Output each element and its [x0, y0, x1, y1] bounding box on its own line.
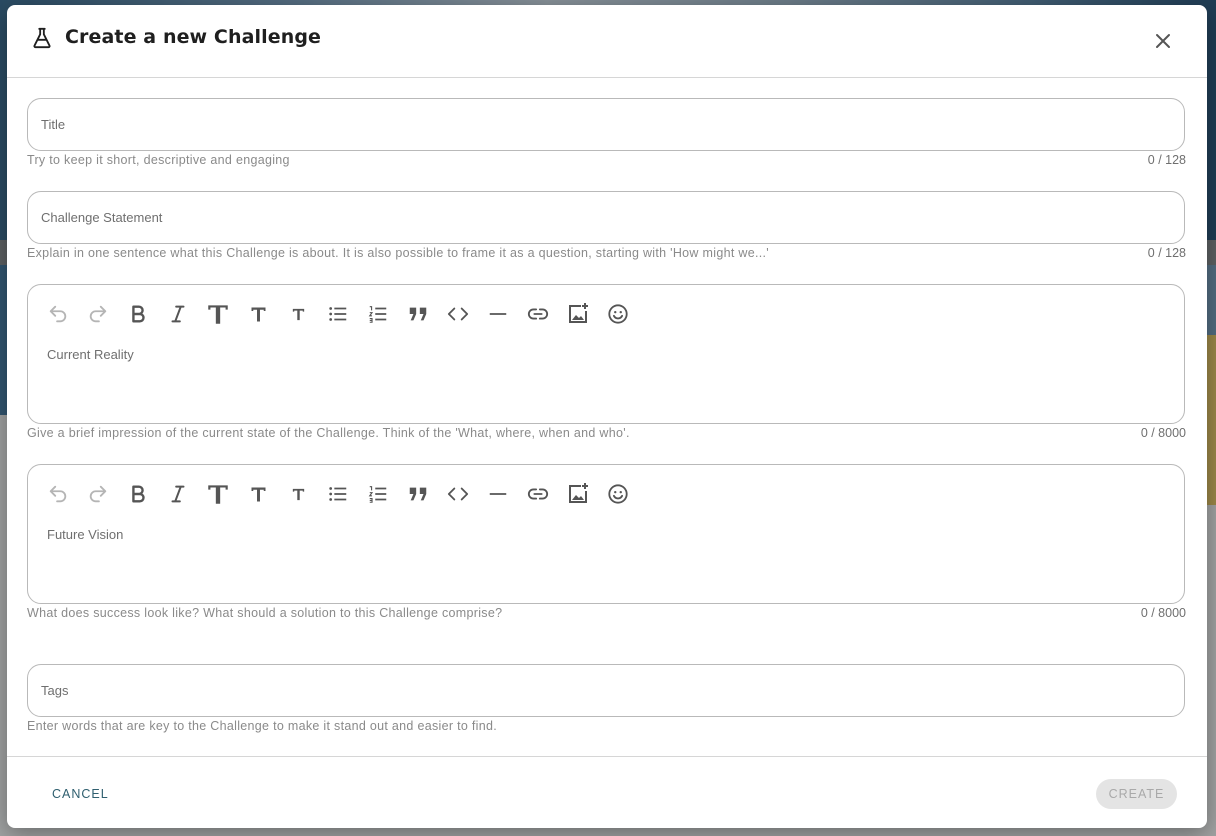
title-placeholder: Title [41, 117, 66, 132]
redo-icon [89, 305, 107, 323]
heading-3-icon [292, 488, 304, 500]
bold-icon [132, 305, 145, 323]
link-button[interactable] [518, 477, 558, 511]
blockquote-icon [409, 487, 427, 501]
bold-button[interactable] [118, 297, 158, 331]
flask-icon [33, 27, 51, 49]
italic-button[interactable] [158, 297, 198, 331]
heading-2-icon [251, 487, 265, 501]
current-reality-placeholder: Current Reality [47, 347, 134, 362]
future-vision-helper-text: What does success look like? What should… [27, 606, 503, 620]
heading-1-icon [208, 305, 228, 324]
title-counter: 0 / 128 [1147, 153, 1186, 167]
code-icon [447, 487, 469, 501]
add-image-button[interactable] [558, 297, 598, 331]
statement-input[interactable]: Challenge Statement [27, 191, 1185, 244]
italic-button[interactable] [158, 477, 198, 511]
redo-button[interactable] [78, 477, 118, 511]
heading-3-button[interactable] [278, 297, 318, 331]
future-vision-placeholder: Future Vision [47, 527, 124, 542]
heading-2-icon [251, 307, 265, 321]
numbered-list-icon [368, 486, 387, 503]
bullet-list-button[interactable] [318, 297, 358, 331]
blockquote-button[interactable] [398, 297, 438, 331]
undo-button[interactable] [38, 477, 78, 511]
dialog-title: Create a new Challenge [65, 26, 322, 48]
redo-button[interactable] [78, 297, 118, 331]
tags-helper-text: Enter words that are key to the Challeng… [27, 719, 497, 733]
add-image-button[interactable] [558, 477, 598, 511]
bullet-list-icon [329, 487, 347, 501]
create-challenge-dialog: Create a new Challenge Title Try to keep… [7, 5, 1207, 828]
undo-icon [49, 305, 67, 323]
bold-button[interactable] [118, 477, 158, 511]
heading-1-button[interactable] [198, 477, 238, 511]
dialog-footer: CANCEL CREATE [7, 756, 1207, 828]
undo-button[interactable] [38, 297, 78, 331]
blockquote-button[interactable] [398, 477, 438, 511]
add-image-icon [569, 483, 588, 503]
bold-icon [132, 485, 145, 503]
title-helper-text: Try to keep it short, descriptive and en… [27, 153, 290, 167]
create-button[interactable]: CREATE [1096, 779, 1177, 809]
italic-icon [171, 305, 185, 323]
cancel-button[interactable]: CANCEL [40, 781, 121, 807]
current-reality-helper-text: Give a brief impression of the current s… [27, 426, 630, 440]
link-icon [527, 488, 549, 500]
emoji-icon [608, 304, 628, 324]
heading-1-button[interactable] [198, 297, 238, 331]
heading-2-button[interactable] [238, 477, 278, 511]
dialog-header: Create a new Challenge [7, 5, 1207, 78]
code-icon [447, 307, 469, 321]
heading-2-button[interactable] [238, 297, 278, 331]
heading-1-icon [208, 485, 228, 504]
undo-icon [49, 485, 67, 503]
statement-helper-text: Explain in one sentence what this Challe… [27, 246, 769, 260]
redo-icon [89, 485, 107, 503]
current-reality-counter: 0 / 8000 [1140, 426, 1186, 440]
code-button[interactable] [438, 477, 478, 511]
emoji-button[interactable] [598, 297, 638, 331]
heading-3-button[interactable] [278, 477, 318, 511]
editor-toolbar [38, 477, 638, 511]
horizontal-rule-button[interactable] [478, 477, 518, 511]
emoji-icon [608, 484, 628, 504]
tags-input[interactable]: Tags [27, 664, 1185, 717]
numbered-list-icon [368, 306, 387, 323]
bullet-list-icon [329, 307, 347, 321]
code-button[interactable] [438, 297, 478, 331]
title-input[interactable]: Title [27, 98, 1185, 151]
heading-3-icon [292, 308, 304, 320]
editor-toolbar [38, 297, 638, 331]
numbered-list-button[interactable] [358, 477, 398, 511]
current-reality-editor[interactable]: Current Reality [27, 284, 1185, 424]
future-vision-editor[interactable]: Future Vision [27, 464, 1185, 604]
link-button[interactable] [518, 297, 558, 331]
future-vision-counter: 0 / 8000 [1140, 606, 1186, 620]
link-icon [527, 308, 549, 320]
close-icon[interactable] [1151, 29, 1175, 53]
emoji-button[interactable] [598, 477, 638, 511]
bullet-list-button[interactable] [318, 477, 358, 511]
tags-placeholder: Tags [41, 683, 69, 698]
blockquote-icon [409, 307, 427, 321]
horizontal-rule-icon [489, 493, 507, 495]
statement-placeholder: Challenge Statement [41, 210, 163, 225]
italic-icon [171, 485, 185, 503]
horizontal-rule-icon [489, 313, 507, 315]
statement-counter: 0 / 128 [1147, 246, 1186, 260]
numbered-list-button[interactable] [358, 297, 398, 331]
add-image-icon [569, 303, 588, 323]
horizontal-rule-button[interactable] [478, 297, 518, 331]
